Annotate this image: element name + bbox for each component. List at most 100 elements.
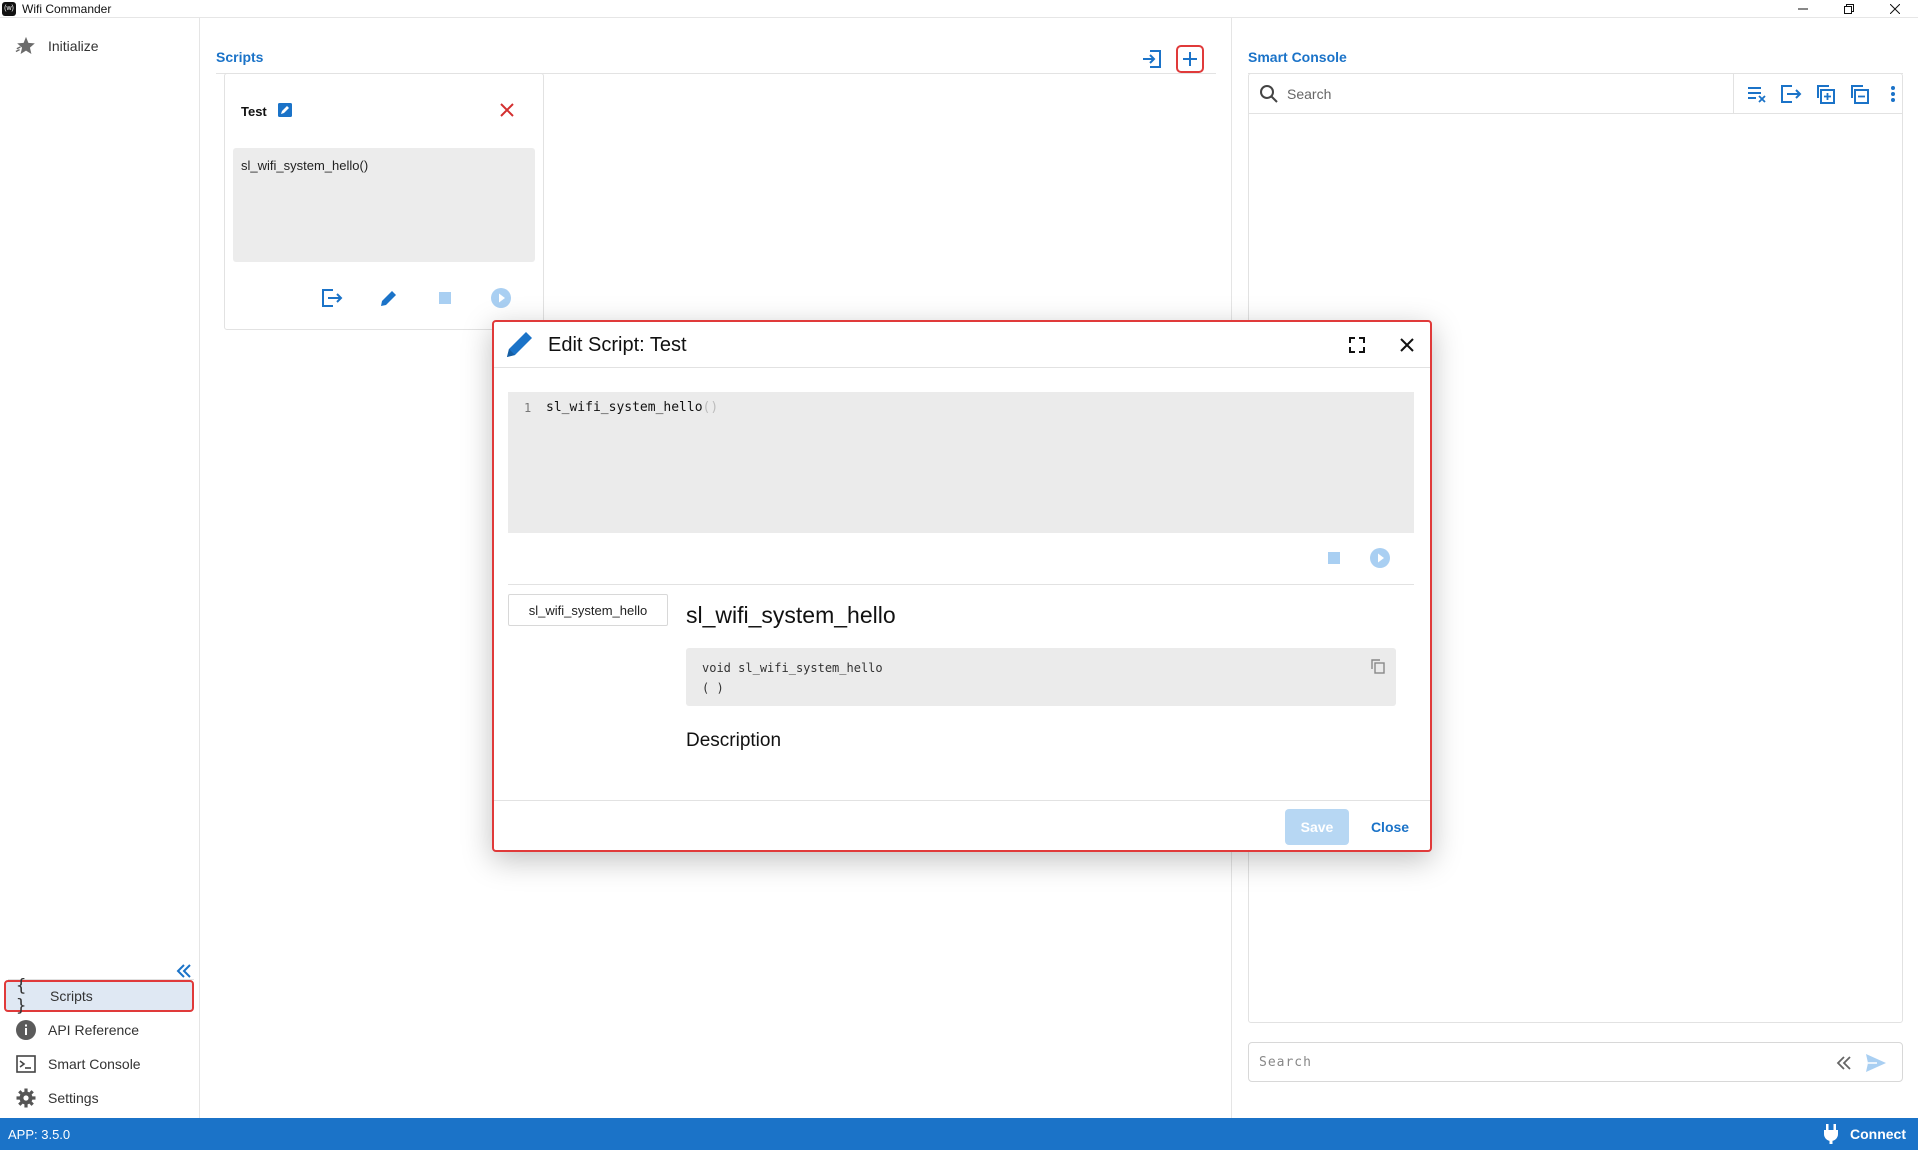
minimize-icon <box>1798 8 1808 10</box>
signature-line: void sl_wifi_system_hello <box>702 658 1380 678</box>
search-icon <box>1260 85 1278 103</box>
pencil-icon <box>507 332 532 357</box>
import-icon <box>1143 50 1161 68</box>
stop-icon <box>1328 552 1340 564</box>
smart-console-header: Smart Console <box>1248 36 1903 74</box>
export-console-button[interactable] <box>1774 79 1808 109</box>
dialog-close-icon-button[interactable] <box>1396 334 1418 356</box>
code-editor[interactable]: 1 sl_wifi_system_hello() <box>508 392 1414 533</box>
dialog-header: Edit Script: Test <box>494 322 1430 368</box>
terminal-icon <box>14 1052 38 1076</box>
clear-list-icon <box>1748 87 1766 103</box>
minimize-button[interactable] <box>1780 0 1826 18</box>
script-card-actions <box>225 284 543 312</box>
close-button[interactable]: Close <box>1360 809 1420 845</box>
dialog-footer: Save Close <box>494 800 1430 852</box>
restore-button[interactable] <box>1826 0 1872 18</box>
scripts-header: Scripts <box>216 36 1216 74</box>
code-text: sl_wifi_system_hello <box>546 400 703 415</box>
edit-script-dialog: Edit Script: Test 1 sl_wifi_system_hello… <box>492 320 1432 852</box>
send-command-button[interactable] <box>1865 1052 1887 1074</box>
close-icon <box>1890 4 1900 14</box>
plug-icon <box>1824 1124 1838 1144</box>
gear-icon <box>14 1086 38 1110</box>
title-bar: (w) Wifi Commander <box>0 0 1918 18</box>
connect-label: Connect <box>1850 1126 1906 1142</box>
edit-script-button[interactable] <box>375 284 403 312</box>
stop-script-button[interactable] <box>1320 544 1348 572</box>
command-bar <box>1248 1042 1903 1082</box>
description-heading: Description <box>686 730 782 751</box>
sidebar-item-label: Smart Console <box>48 1056 141 1072</box>
stop-script-button[interactable] <box>431 284 459 312</box>
save-button[interactable]: Save <box>1285 809 1349 845</box>
window-close-button[interactable] <box>1872 0 1918 18</box>
sidebar-item-smart-console[interactable]: Smart Console <box>4 1048 194 1080</box>
signature-return-type: void <box>702 661 731 675</box>
app-version: APP: 3.5.0 <box>8 1127 71 1142</box>
sidebar-item-label: Scripts <box>50 988 93 1004</box>
script-card-title: Test <box>241 104 267 119</box>
status-bar: APP: 3.5.0 Connect <box>0 1118 1918 1150</box>
export-icon <box>1781 85 1802 103</box>
fullscreen-button[interactable] <box>1346 334 1368 356</box>
rename-script-icon[interactable] <box>277 102 293 118</box>
copy-minus-icon <box>1851 85 1869 104</box>
function-signature: void sl_wifi_system_hello ( ) <box>686 648 1396 706</box>
window-title: Wifi Commander <box>22 1 112 16</box>
code-line: sl_wifi_system_hello() <box>546 400 718 415</box>
dialog-divider <box>508 584 1414 585</box>
sidebar-item-api-reference[interactable]: API Reference <box>4 1014 194 1046</box>
sidebar-item-settings[interactable]: Settings <box>4 1082 194 1114</box>
sidebar: Initialize { } Scripts API Reference Sma… <box>0 18 200 1118</box>
copy-add-button[interactable] <box>1808 79 1842 109</box>
more-vert-icon <box>1891 86 1895 102</box>
code-paren: () <box>702 400 719 415</box>
editor-actions <box>494 544 1430 572</box>
script-card-code: sl_wifi_system_hello() <box>233 148 535 262</box>
run-script-button[interactable] <box>1366 544 1394 572</box>
console-search-input[interactable] <box>1287 82 1687 106</box>
app-logo-icon: (w) <box>2 1 16 16</box>
close-icon <box>1400 338 1414 352</box>
import-script-button[interactable] <box>1138 45 1166 73</box>
braces-icon: { } <box>16 976 27 1016</box>
info-icon <box>14 1018 38 1042</box>
console-toolbar <box>1733 74 1910 114</box>
pencil-icon <box>381 291 396 306</box>
window-controls <box>1780 0 1918 18</box>
close-icon <box>500 103 514 117</box>
sidebar-item-label: Settings <box>48 1090 99 1106</box>
copy-remove-button[interactable] <box>1842 79 1876 109</box>
plus-icon <box>1183 52 1197 66</box>
signature-function-name: sl_wifi_system_hello <box>738 661 883 675</box>
sidebar-item-initialize[interactable]: Initialize <box>4 30 194 62</box>
play-circle-icon <box>1370 548 1390 568</box>
sidebar-item-label: Initialize <box>48 38 99 54</box>
star-icon <box>14 34 38 58</box>
script-card[interactable]: Test sl_wifi_system_hello() <box>224 73 544 330</box>
double-chevron-left-icon <box>1836 1056 1851 1070</box>
restore-icon <box>1844 4 1854 14</box>
copy-plus-icon <box>1817 85 1835 104</box>
copy-icon[interactable] <box>1370 658 1386 674</box>
stop-icon <box>439 292 451 304</box>
line-number: 1 <box>524 401 532 415</box>
delete-script-button[interactable] <box>497 100 517 120</box>
function-tab[interactable]: sl_wifi_system_hello <box>508 594 668 626</box>
clear-console-button[interactable] <box>1740 79 1774 109</box>
command-input[interactable] <box>1259 1051 1799 1073</box>
more-options-button[interactable] <box>1876 79 1910 109</box>
connect-button[interactable]: Connect <box>1822 1124 1906 1144</box>
signature-params: ( ) <box>702 681 724 695</box>
history-button[interactable] <box>1833 1052 1855 1074</box>
export-script-button[interactable] <box>318 284 346 312</box>
run-script-button[interactable] <box>487 284 515 312</box>
console-search-bar <box>1249 74 1902 114</box>
send-icon <box>1866 1054 1886 1072</box>
add-script-button[interactable] <box>1176 45 1204 73</box>
sidebar-item-label: API Reference <box>48 1022 140 1038</box>
sidebar-item-scripts[interactable]: { } Scripts <box>4 976 194 1016</box>
collapse-sidebar-button[interactable] <box>174 962 194 980</box>
export-icon <box>322 289 343 307</box>
